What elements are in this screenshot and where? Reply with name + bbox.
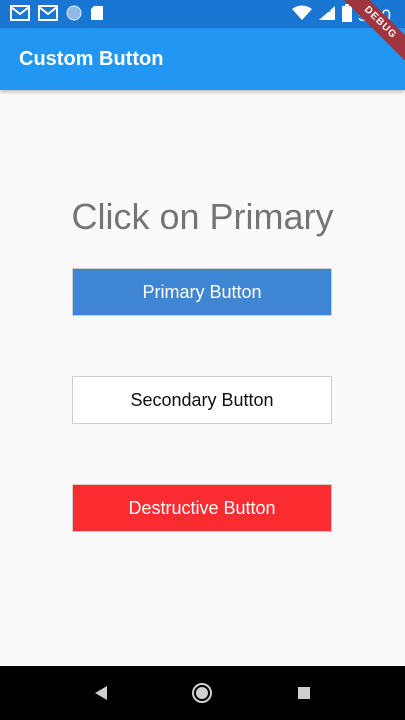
app-bar: Custom Button [0, 28, 405, 90]
home-icon[interactable] [190, 681, 214, 705]
secondary-button[interactable]: Secondary Button [72, 376, 332, 424]
phone-screen: LTE 5:20 DEBUG Custom Button Click on Pr… [0, 0, 405, 720]
headline-text: Click on Primary [71, 196, 334, 237]
destructive-button-label: Destructive Button [128, 497, 276, 518]
circle-icon [66, 5, 82, 26]
app-title: Custom Button [19, 48, 164, 70]
battery-icon [341, 4, 352, 27]
primary-button[interactable]: Primary Button [72, 268, 332, 316]
back-icon[interactable] [89, 681, 113, 705]
notification-icons [10, 5, 104, 26]
signal-icon: LTE [318, 5, 336, 26]
sd-card-icon [90, 5, 104, 26]
destructive-button[interactable]: Destructive Button [72, 484, 332, 532]
gmail-icon [38, 5, 58, 26]
network-label: LTE [321, 8, 332, 14]
gmail-icon [10, 5, 30, 26]
status-bar: LTE 5:20 [0, 0, 405, 28]
navigation-bar [0, 666, 405, 720]
recents-icon[interactable] [292, 681, 316, 705]
primary-button-label: Primary Button [142, 281, 262, 302]
secondary-button-label: Secondary Button [130, 389, 274, 410]
wifi-icon [291, 5, 312, 26]
